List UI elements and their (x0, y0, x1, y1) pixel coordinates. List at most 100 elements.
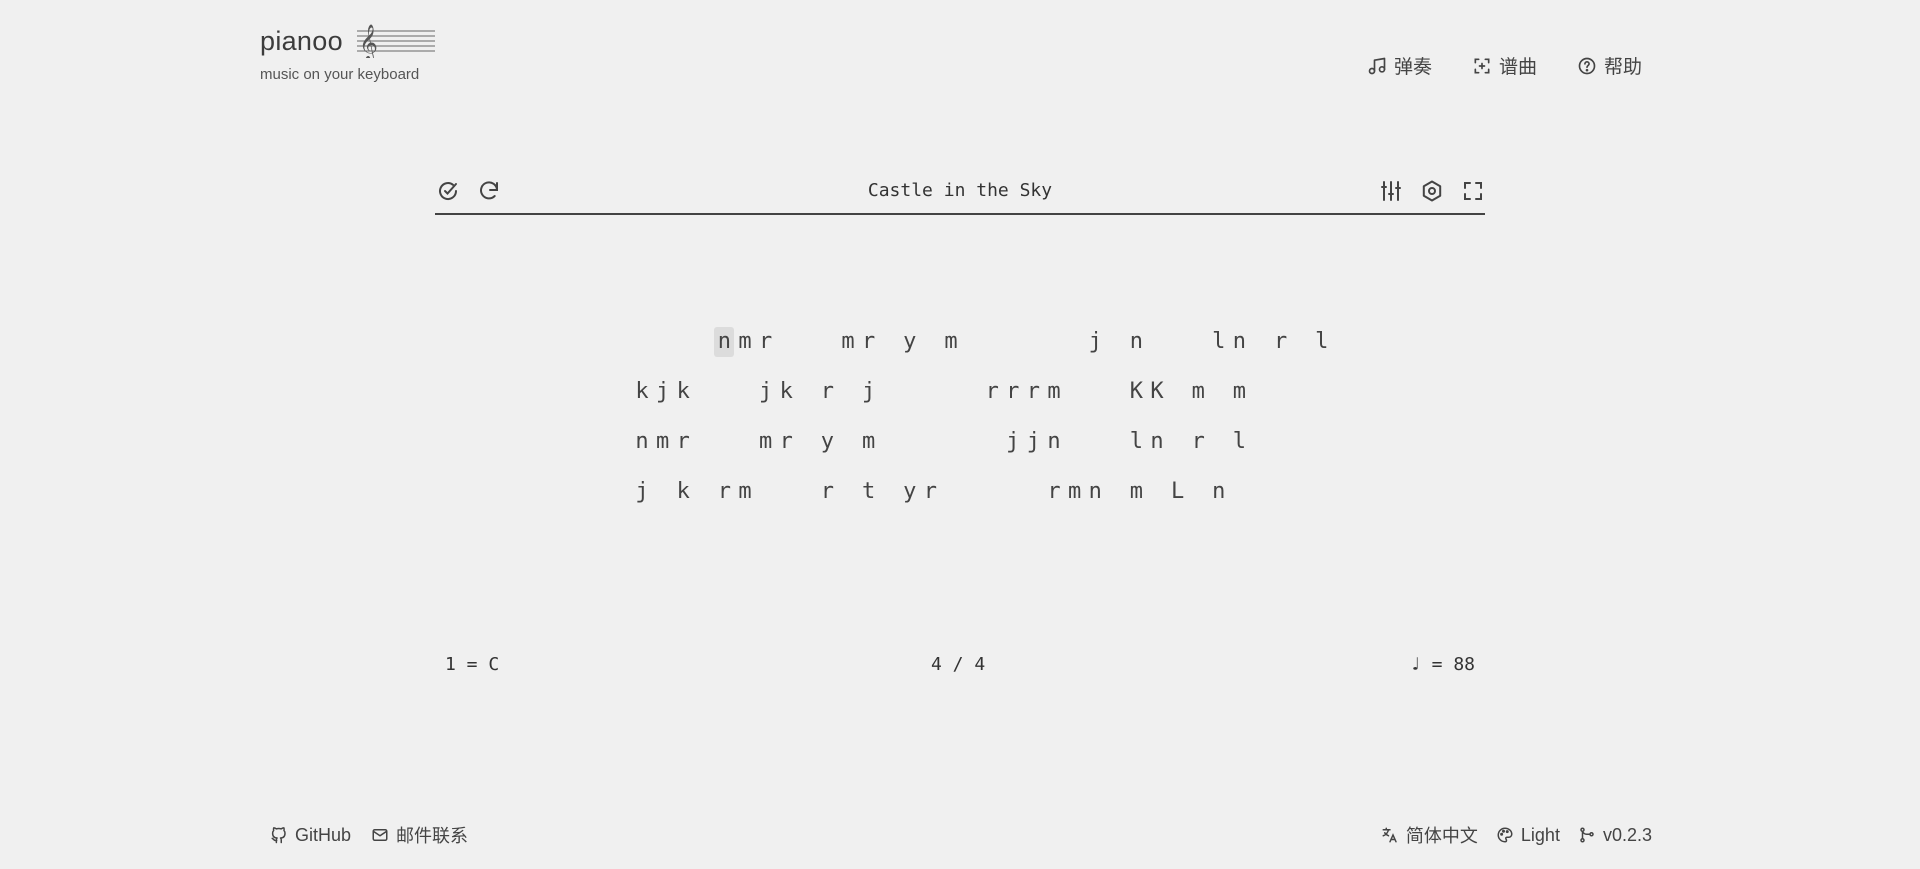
score-note: n (1212, 479, 1226, 504)
score-note: r (820, 479, 835, 504)
email-link[interactable]: 邮件联系 (371, 822, 468, 848)
treble-clef-staff-icon: 𝄞 (356, 24, 435, 58)
footer-right: 简体中文 Light v0.2.3 (1381, 822, 1652, 848)
score-note: j (1088, 329, 1102, 354)
score-note: r (1026, 379, 1041, 404)
score-note: r (1006, 379, 1020, 404)
score-note: j (655, 379, 670, 404)
score-note: y (820, 429, 835, 454)
score-note: k (676, 379, 690, 404)
score-note: m (758, 429, 773, 454)
nav-play[interactable]: 弹奏 (1367, 52, 1432, 79)
header: pianoo 𝄞 music on your keyboard (260, 24, 435, 83)
compose-icon (1474, 58, 1490, 73)
score-note: r (1273, 329, 1288, 354)
score-note: k (635, 379, 649, 404)
score-note: n (635, 429, 649, 454)
score-note: n (1150, 429, 1164, 454)
footer-left: GitHub 邮件联系 (270, 822, 468, 848)
sliders-icon (1380, 180, 1401, 201)
score-note: l (1212, 329, 1226, 354)
theme-switch[interactable]: Light (1496, 822, 1560, 848)
github-icon (271, 827, 286, 844)
github-label: GitHub (295, 824, 352, 845)
language-switch[interactable]: 简体中文 (1381, 822, 1478, 848)
score-note: m (738, 329, 752, 354)
time-signature: 4 / 4 (931, 654, 986, 675)
github-link[interactable]: GitHub (270, 822, 351, 848)
score-note: j (1026, 429, 1041, 454)
score-note: k (779, 379, 793, 404)
score-note: l (1315, 329, 1329, 354)
score-note: j (861, 379, 876, 404)
score-note: K (1129, 379, 1144, 404)
settings-icon (1422, 180, 1441, 201)
music-note-icon (1368, 57, 1386, 74)
score-note: j (635, 479, 649, 504)
score-note: n (1129, 329, 1144, 354)
score-note: m (1191, 379, 1205, 404)
score-note: y (903, 329, 917, 354)
score-note: m (738, 479, 752, 504)
score-note: r (1047, 479, 1061, 504)
svg-text:𝄞: 𝄞 (359, 24, 378, 58)
score-note: n (1232, 329, 1247, 354)
score-note: l (1129, 429, 1144, 454)
score-note: j (1006, 429, 1020, 454)
score-note: r (861, 329, 876, 354)
tempo: ♩ = 88 (1409, 654, 1475, 675)
git-branch-icon (1580, 827, 1594, 843)
version-link[interactable]: v0.2.3 (1578, 822, 1652, 848)
score-note: m (861, 429, 876, 454)
score-note: m (655, 429, 670, 454)
nav-help[interactable]: 帮助 (1577, 52, 1642, 79)
player-toolbar: Castle in the Sky (435, 172, 1485, 215)
palette-icon (1497, 827, 1513, 843)
nav-compose-label: 谱曲 (1498, 57, 1537, 78)
score-note: L (1170, 479, 1185, 504)
score-note: K (1150, 379, 1164, 404)
score-note: r (717, 479, 732, 504)
score-note: n (1088, 479, 1102, 504)
score-note: k (676, 479, 690, 504)
score-note: r (820, 379, 835, 404)
score-note: r (676, 429, 690, 454)
app-name: pianoo (260, 25, 343, 56)
nav-play-label: 弹奏 (1393, 57, 1432, 78)
version-label: v0.2.3 (1602, 824, 1652, 845)
nav-compose[interactable]: 谱曲 (1472, 52, 1537, 79)
score-note: r (923, 479, 938, 504)
fullscreen-icon (1463, 181, 1482, 200)
score-sheet: nmrmrymjnlnrlkjkjkrjrrrmKKmmnmrmrymjjnln… (0, 0, 1920, 869)
score-note: r (1191, 429, 1205, 454)
score-note: j (758, 379, 773, 404)
score-note: t (861, 479, 876, 504)
score-note: l (1232, 429, 1247, 454)
main-nav: 弹奏 谱曲 帮助 (1367, 52, 1642, 79)
score-note: r (779, 429, 793, 454)
score-note: m (1232, 379, 1247, 404)
language-label: 简体中文 (1405, 826, 1478, 846)
score-note: y (903, 479, 917, 504)
score-note: r (758, 329, 773, 354)
translate-icon (1382, 827, 1397, 843)
fullscreen-button[interactable] (1460, 178, 1485, 203)
mixer-button[interactable] (1378, 178, 1403, 203)
song-title: Castle in the Sky (867, 180, 1053, 201)
settings-button[interactable] (1419, 178, 1444, 203)
score-note: m (841, 329, 855, 354)
email-label: 邮件联系 (396, 826, 469, 846)
score-note: m (1047, 379, 1061, 404)
tagline: music on your keyboard (260, 66, 420, 83)
score-note: r (985, 379, 999, 404)
mail-icon (372, 829, 388, 841)
theme-label: Light (1520, 824, 1560, 845)
help-icon (1578, 57, 1596, 74)
nav-help-label: 帮助 (1603, 57, 1642, 78)
score-note: m (944, 329, 958, 354)
key-signature: 1 = C (445, 654, 500, 675)
brand[interactable]: pianoo 𝄞 (260, 24, 435, 58)
score-note-current: n (714, 327, 735, 357)
score-note: n (1047, 429, 1061, 454)
score-note: m (1129, 479, 1144, 504)
